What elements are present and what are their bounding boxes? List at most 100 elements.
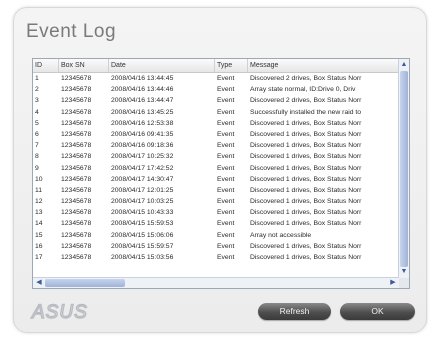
cell-message: Discovered 2 drives, Box Status Norr bbox=[250, 97, 362, 105]
cell-box-sn: 12345678 bbox=[61, 119, 92, 127]
cell-id: 7 bbox=[35, 142, 39, 150]
cell-message: Discovered 1 drives, Box Status Norr bbox=[250, 242, 362, 250]
cell-box-sn: 12345678 bbox=[61, 164, 92, 172]
cell-message: Discovered 1 drives, Box Status Norr bbox=[250, 186, 362, 194]
cell-id: 2 bbox=[35, 86, 39, 94]
cell-message: Discovered 2 drives, Box Status Norr bbox=[250, 75, 362, 82]
scroll-up-arrow-icon[interactable]: ▲ bbox=[399, 60, 409, 70]
cell-date: 2008/04/16 13:44:45 bbox=[111, 75, 174, 82]
table-row[interactable]: 2 12345678 2008/04/16 13:44:46 Event Array s… bbox=[33, 84, 399, 95]
dialog-title: Event Log bbox=[26, 21, 117, 42]
table-row[interactable]: 1 12345678 2008/04/16 13:44:45 Event Discove… bbox=[33, 73, 399, 84]
cell-type: Event bbox=[217, 108, 235, 116]
cell-id: 15 bbox=[35, 231, 43, 239]
cell-date: 2008/04/17 17:42:52 bbox=[111, 164, 174, 172]
table-row[interactable]: 13 12345678 2008/04/15 10:43:33 Event Discov… bbox=[33, 207, 399, 218]
scroll-down-arrow-icon[interactable]: ▼ bbox=[399, 267, 409, 277]
cell-box-sn: 12345678 bbox=[61, 108, 92, 116]
table-row[interactable]: 6 12345678 2008/04/16 09:41:35 Event Discove… bbox=[33, 129, 399, 140]
cell-type: Event bbox=[217, 75, 235, 82]
table-row[interactable]: 5 12345678 2008/04/16 12:53:38 Event Discove… bbox=[33, 118, 399, 129]
table-row[interactable]: 3 12345678 2008/04/16 13:44:47 Event Discove… bbox=[33, 95, 399, 106]
column-header-box-sn[interactable]: Box SN bbox=[59, 59, 109, 72]
scroll-right-arrow-icon[interactable]: ▶ bbox=[388, 278, 398, 288]
horizontal-scroll-thumb[interactable] bbox=[45, 279, 125, 287]
cell-box-sn: 12345678 bbox=[61, 254, 92, 261]
table-row[interactable]: 9 12345678 2008/04/17 17:42:52 Event Discove… bbox=[33, 163, 399, 174]
cell-message: Array not accessible bbox=[250, 231, 312, 239]
table-row[interactable]: 11 12345678 2008/04/17 12:01:25 Event Discov… bbox=[33, 185, 399, 196]
refresh-button[interactable]: Refresh bbox=[258, 303, 331, 320]
cell-type: Event bbox=[217, 153, 235, 161]
vertical-scroll-thumb[interactable] bbox=[400, 71, 408, 267]
table-row[interactable]: 16 12345678 2008/04/15 15:59:57 Event Discov… bbox=[33, 241, 399, 252]
cell-box-sn: 12345678 bbox=[61, 153, 92, 161]
table-row[interactable]: 14 12345678 2008/04/15 15:59:53 Event Discov… bbox=[33, 218, 399, 229]
column-header-type[interactable]: Type bbox=[215, 59, 248, 72]
cell-type: Event bbox=[217, 164, 235, 172]
ok-button[interactable]: OK bbox=[340, 303, 415, 320]
cell-message: Discovered 1 drives, Box Status Norr bbox=[250, 198, 362, 206]
asus-logo-graphic: ASUS bbox=[30, 301, 88, 323]
cell-type: Event bbox=[217, 142, 235, 150]
cell-box-sn: 12345678 bbox=[61, 198, 92, 206]
table-row[interactable]: 12 12345678 2008/04/17 10:03:25 Event Discov… bbox=[33, 196, 399, 207]
table-row[interactable]: 8 12345678 2008/04/17 10:25:32 Event Discove… bbox=[33, 151, 399, 162]
cell-id: 17 bbox=[35, 254, 43, 261]
table-row[interactable]: 15 12345678 2008/04/15 15:06:06 Event Array … bbox=[33, 230, 399, 241]
cell-message: Discovered 1 drives, Box Status Norr bbox=[250, 142, 362, 150]
table-row[interactable]: 17 12345678 2008/04/15 15:03:56 Event Discov… bbox=[33, 252, 399, 263]
cell-id: 16 bbox=[35, 242, 43, 250]
cell-date: 2008/04/16 13:45:25 bbox=[111, 108, 174, 116]
column-header-id[interactable]: ID bbox=[33, 59, 59, 72]
cell-date: 2008/04/17 14:30:47 bbox=[111, 175, 174, 183]
cell-type: Event bbox=[217, 97, 235, 105]
cell-message: Successfully installed the new raid to bbox=[250, 108, 362, 116]
cell-type: Event bbox=[217, 175, 235, 183]
cell-date: 2008/04/15 15:06:06 bbox=[111, 231, 174, 239]
cell-id: 5 bbox=[35, 119, 39, 127]
table-row[interactable]: 7 12345678 2008/04/16 09:18:36 Event Discove… bbox=[33, 140, 399, 151]
cell-id: 11 bbox=[35, 186, 43, 194]
cell-box-sn: 12345678 bbox=[61, 209, 92, 217]
table-row[interactable]: 4 12345678 2008/04/16 13:45:25 Event Success… bbox=[33, 107, 399, 118]
cell-id: 9 bbox=[35, 164, 39, 172]
cell-message: Discovered 1 drives, Box Status Norr bbox=[250, 175, 362, 183]
cell-box-sn: 12345678 bbox=[61, 86, 92, 94]
vertical-scrollbar[interactable]: ▲ ▼ bbox=[398, 59, 409, 278]
cell-date: 2008/04/16 12:53:38 bbox=[111, 119, 174, 127]
cell-date: 2008/04/16 09:18:36 bbox=[111, 142, 174, 150]
table-body: 1 12345678 2008/04/16 13:44:45 Event Discove… bbox=[33, 73, 399, 263]
event-log-table[interactable]: ID Box SN Date Type Message 1 12345678 200… bbox=[32, 58, 410, 289]
cell-box-sn: 12345678 bbox=[61, 142, 92, 150]
horizontal-scrollbar[interactable]: ◀ ▶ bbox=[33, 277, 399, 288]
cell-type: Event bbox=[217, 242, 235, 250]
svg-text:ASUS: ASUS bbox=[31, 302, 88, 322]
cell-message: Discovered 1 drives, Box Status Norr bbox=[250, 220, 362, 228]
cell-date: 2008/04/17 12:01:25 bbox=[111, 186, 174, 194]
cell-id: 13 bbox=[35, 209, 43, 217]
column-header-date[interactable]: Date bbox=[109, 59, 215, 72]
cell-box-sn: 12345678 bbox=[61, 231, 92, 239]
cell-type: Event bbox=[217, 231, 235, 239]
cell-id: 1 bbox=[35, 75, 39, 82]
column-header-message[interactable]: Message bbox=[248, 59, 399, 72]
scrollbar-corner bbox=[399, 278, 409, 288]
cell-date: 2008/04/16 09:41:35 bbox=[111, 130, 174, 138]
cell-message: Discovered 1 drives, Box Status Norr bbox=[250, 119, 362, 127]
cell-message: Discovered 1 drives, Box Status Norr bbox=[250, 254, 362, 261]
cell-type: Event bbox=[217, 209, 235, 217]
cell-message: Discovered 1 drives, Box Status Norr bbox=[250, 209, 362, 217]
cell-id: 10 bbox=[35, 175, 43, 183]
cell-box-sn: 12345678 bbox=[61, 75, 92, 82]
cell-type: Event bbox=[217, 186, 235, 194]
table-row[interactable]: 10 12345678 2008/04/17 14:30:47 Event Discov… bbox=[33, 174, 399, 185]
cell-message: Array state normal, ID:Drive 0, Driv bbox=[250, 86, 356, 94]
cell-type: Event bbox=[217, 254, 235, 261]
cell-box-sn: 12345678 bbox=[61, 220, 92, 228]
cell-box-sn: 12345678 bbox=[61, 97, 92, 105]
cell-date: 2008/04/16 13:44:47 bbox=[111, 97, 174, 105]
cell-date: 2008/04/15 15:03:56 bbox=[111, 254, 174, 261]
cell-id: 4 bbox=[35, 108, 39, 116]
scroll-left-arrow-icon[interactable]: ◀ bbox=[34, 278, 44, 288]
